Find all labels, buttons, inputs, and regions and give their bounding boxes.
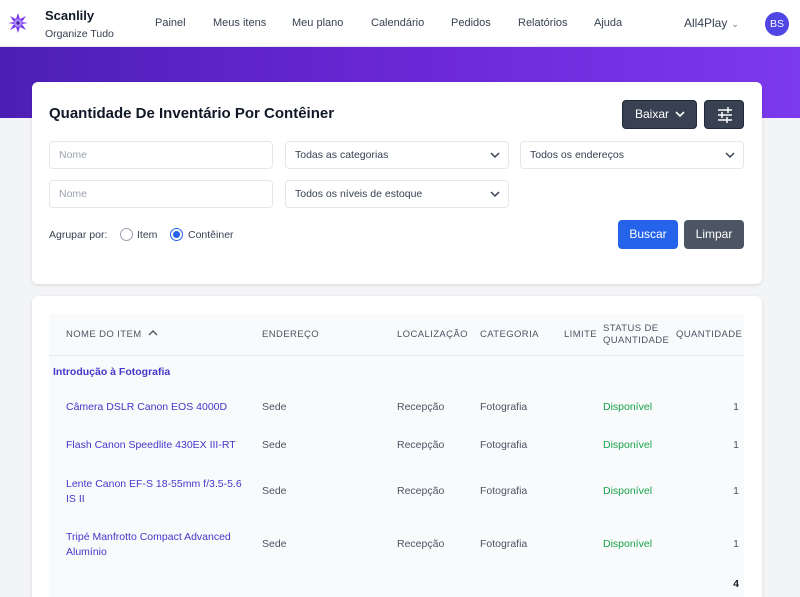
table-row-status: Disponível — [603, 485, 653, 497]
app-name[interactable]: Scanlily — [45, 8, 94, 23]
table-row-item-name[interactable]: Câmera DSLR Canon EOS 4000D — [66, 400, 227, 415]
column-header-category[interactable]: CATEGORIA — [480, 329, 539, 341]
column-header-item-name[interactable]: NOME DO ITEM — [66, 329, 158, 341]
table-row-category: Fotografia — [480, 538, 528, 550]
inventory-table: NOME DO ITEM ENDEREÇO LOCALIZAÇÃO CATEGO… — [49, 314, 744, 597]
table-row-status: Disponível — [603, 439, 653, 451]
item-name-line-1: Câmera DSLR Canon EOS 4000D — [66, 401, 228, 413]
item-name-line-2: Alumínio — [66, 546, 107, 558]
table-row-location: Recepção — [397, 401, 445, 413]
table-row-address: Sede — [262, 401, 287, 413]
search-button[interactable]: Buscar — [618, 220, 678, 249]
stock-level-select-value: Todos os níveis de estoque — [295, 188, 423, 200]
table-row-address: Sede — [262, 538, 287, 550]
account-menu[interactable]: All4Play ⌄ — [684, 16, 739, 30]
nav-item-meus-itens[interactable]: Meus itens — [213, 17, 266, 29]
item-name-line-1: Flash Canon Speedlite 430EX III-RT — [66, 439, 236, 451]
scanlily-logo-icon[interactable] — [8, 13, 28, 33]
chevron-down-icon: ⌄ — [731, 19, 739, 29]
item-name-line-2: IS II — [66, 493, 85, 505]
table-row-item-name[interactable]: Flash Canon Speedlite 430EX III-RT — [66, 438, 236, 453]
nav-item-ajuda[interactable]: Ajuda — [594, 17, 622, 29]
table-row-status: Disponível — [603, 401, 653, 413]
column-header-status-line-2: QUANTIDADE — [603, 335, 670, 346]
container-name-filter-input[interactable]: Nome — [49, 180, 273, 208]
group-by-label: Agrupar por: — [49, 229, 108, 241]
table-row-item-name[interactable]: Lente Canon EF-S 18-55mm f/3.5-5.6 IS II — [66, 477, 242, 507]
item-name-line-1: Lente Canon EF-S 18-55mm f/3.5-5.6 — [66, 478, 242, 490]
column-header-limit[interactable]: LIMITE — [564, 329, 597, 341]
address-select-value: Todos os endereços — [530, 149, 624, 161]
column-header-location[interactable]: LOCALIZAÇÃO — [397, 329, 468, 341]
table-row-location: Recepção — [397, 439, 445, 451]
clear-button[interactable]: Limpar — [684, 220, 744, 249]
export-button-label: Baixar — [635, 107, 670, 121]
category-select[interactable]: Todas as categorias — [285, 141, 509, 169]
table-row-address: Sede — [262, 485, 287, 497]
chevron-down-icon — [675, 111, 685, 118]
group-row-container[interactable]: Introdução à Fotografia — [53, 366, 170, 378]
column-header-status-line-1: STATUS DE — [603, 323, 659, 334]
group-by-item-label[interactable]: Item — [137, 229, 157, 241]
nav-item-relatorios[interactable]: Relatórios — [518, 17, 568, 29]
table-row-category: Fotografia — [480, 439, 528, 451]
top-navigation-bar: Scanlily Organize Tudo Painel Meus itens… — [0, 0, 800, 47]
sliders-icon — [718, 107, 732, 123]
export-button[interactable]: Baixar — [622, 100, 697, 129]
nav-item-pedidos[interactable]: Pedidos — [451, 17, 491, 29]
chevron-down-icon — [490, 152, 500, 159]
group-by-item-radio[interactable] — [120, 228, 133, 241]
column-header-quantity[interactable]: QUANTIDADE — [676, 329, 742, 341]
table-row-item-name[interactable]: Tripé Manfrotto Compact Advanced Alumíni… — [66, 530, 231, 560]
table-row-quantity: 1 — [733, 485, 739, 497]
table-row-location: Recepção — [397, 485, 445, 497]
column-header-address[interactable]: ENDEREÇO — [262, 329, 319, 341]
table-row-category: Fotografia — [480, 485, 528, 497]
filter-settings-button[interactable] — [704, 100, 744, 129]
address-select[interactable]: Todos os endereços — [520, 141, 744, 169]
table-row-address: Sede — [262, 439, 287, 451]
nav-item-meu-plano[interactable]: Meu plano — [292, 17, 343, 29]
report-results-panel: NOME DO ITEM ENDEREÇO LOCALIZAÇÃO CATEGO… — [32, 296, 762, 597]
avatar[interactable]: BS — [765, 12, 789, 36]
app-tagline: Organize Tudo — [45, 28, 114, 40]
quantity-total: 4 — [733, 578, 739, 590]
account-name: All4Play — [684, 16, 728, 30]
name-filter-input[interactable]: Nome — [49, 141, 273, 169]
table-row-status: Disponível — [603, 538, 653, 550]
table-row-quantity: 1 — [733, 439, 739, 451]
sort-ascending-icon — [148, 330, 158, 336]
stock-level-select[interactable]: Todos os níveis de estoque — [285, 180, 509, 208]
page-title: Quantidade De Inventário Por Contêiner — [49, 105, 335, 122]
table-row-location: Recepção — [397, 538, 445, 550]
column-header-quantity-status[interactable]: STATUS DE QUANTIDADE — [603, 323, 669, 347]
category-select-value: Todas as categorias — [295, 149, 389, 161]
group-by-container-label[interactable]: Contêiner — [188, 229, 234, 241]
group-by-container-radio[interactable] — [170, 228, 183, 241]
nav-item-calendario[interactable]: Calendário — [371, 17, 424, 29]
header-divider — [49, 355, 744, 356]
table-row-quantity: 1 — [733, 538, 739, 550]
chevron-down-icon — [725, 152, 735, 159]
item-name-line-1: Tripé Manfrotto Compact Advanced — [66, 531, 231, 543]
report-filter-panel: Quantidade De Inventário Por Contêiner B… — [32, 82, 762, 284]
table-row-quantity: 1 — [733, 401, 739, 413]
nav-item-painel[interactable]: Painel — [155, 17, 186, 29]
chevron-down-icon — [490, 191, 500, 198]
table-row-category: Fotografia — [480, 401, 528, 413]
column-header-item-name-label: NOME DO ITEM — [66, 329, 142, 340]
